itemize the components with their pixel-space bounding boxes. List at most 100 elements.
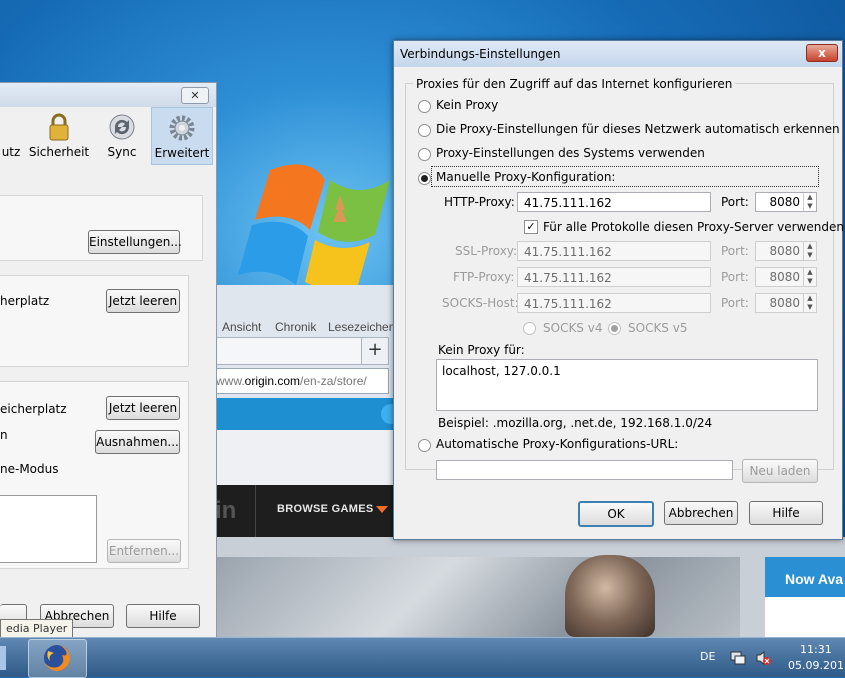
einstellungen-label: Einstellungen... (89, 235, 182, 249)
radio-system-proxy[interactable] (418, 148, 431, 161)
offline-group: eicherplatz Jetzt leeren n Ausnahmen... … (0, 381, 189, 569)
clock-date[interactable]: 05.09.2013 (788, 659, 845, 672)
help-button[interactable]: Hilfe (749, 501, 823, 525)
firefox-icon (44, 645, 70, 671)
ausnahmen-button[interactable]: Ausnahmen... (95, 430, 180, 454)
http-port-input[interactable]: 8080 ▲ ▼ (755, 192, 817, 212)
spin-down-icon: ▼ (803, 277, 816, 286)
label-manual-proxy[interactable]: Manuelle Proxy-Konfiguration: (436, 170, 615, 184)
nav-divider (255, 485, 256, 537)
firefox-taskbar-button[interactable] (28, 639, 87, 678)
spin-down-icon: ▼ (803, 251, 816, 260)
all-protocols-checkbox[interactable]: ✓ (524, 220, 538, 234)
ftp-port-input: 8080 ▲ ▼ (755, 267, 817, 287)
spin-up-icon[interactable]: ▲ (803, 193, 816, 202)
menu-lesezeichen[interactable]: Lesezeichen (328, 320, 395, 334)
radio-auto-detect[interactable] (418, 124, 431, 137)
ok-button[interactable]: OK (578, 501, 654, 527)
menu-ansicht[interactable]: Ansicht (222, 320, 261, 334)
label-auto-url[interactable]: Automatische Proxy-Konfigurations-URL: (436, 437, 678, 451)
menu-chronik[interactable]: Chronik (275, 320, 316, 334)
http-proxy-input[interactable]: 41.75.111.162 (517, 192, 711, 212)
address-bar[interactable]: www.origin.com/en-za/store/ (215, 368, 389, 394)
clock-time[interactable]: 11:31 (800, 643, 832, 656)
http-port-label: Port: (721, 195, 749, 209)
media-player-button[interactable] (0, 646, 6, 670)
cancel-button[interactable]: Abbrechen (664, 501, 738, 525)
dialog-titlebar[interactable]: Verbindungs-Einstellungen x (394, 41, 842, 67)
cache-group: herplatz Jetzt leeren (0, 275, 189, 367)
offline-label: eicherplatz (0, 402, 67, 416)
origin-hero-banner: Now Ava (215, 537, 845, 637)
options-hilfe-button[interactable]: Hilfe (126, 604, 200, 628)
taskbar-tooltip: edia Player (0, 619, 74, 639)
tab-erweitert[interactable]: Erweitert (151, 107, 213, 165)
ftp-port-label: Port: (721, 270, 749, 284)
entfernen-label: Entfernen... (108, 544, 180, 558)
socks-port-input: 8080 ▲ ▼ (755, 293, 817, 313)
options-hilfe-label: Hilfe (149, 609, 177, 623)
http-proxy-label: HTTP-Proxy: (444, 195, 515, 209)
hero-image[interactable] (215, 557, 740, 637)
firefox-options-window: ✕ utz Sicherheit Sync Erweitert Einstell… (0, 82, 217, 639)
help-label: Hilfe (772, 506, 800, 520)
no-proxy-label: Kein Proxy für: (438, 343, 525, 357)
taskbar: DE 11:31 05.09.2013 (0, 637, 845, 678)
ssl-port-label: Port: (721, 244, 749, 258)
reload-button: Neu laden (742, 459, 818, 483)
radio-manual-proxy[interactable] (418, 172, 431, 185)
network-icon[interactable] (730, 651, 746, 665)
browser-tab[interactable] (215, 337, 362, 365)
einstellungen-button[interactable]: Einstellungen... (88, 230, 182, 254)
ausnahmen-label: Ausnahmen... (96, 435, 179, 449)
jetzt-leeren-button-1[interactable]: Jetzt leeren (106, 289, 180, 313)
jetzt-leeren-label-1: Jetzt leeren (108, 294, 178, 308)
now-available-label: Now Ava (765, 557, 845, 597)
label-auto-detect[interactable]: Die Proxy-Einstellungen für dieses Netzw… (436, 122, 840, 136)
dialog-close-button[interactable]: x (806, 44, 838, 62)
ssl-port-input: 8080 ▲ ▼ (755, 241, 817, 261)
origin-gray-band (215, 430, 393, 485)
no-proxy-textarea[interactable]: localhost, 127.0.0.1 (436, 359, 818, 411)
spin-down-icon: ▼ (803, 303, 816, 312)
options-titlebar[interactable]: ✕ (0, 83, 216, 107)
ftp-port-value: 8080 (769, 270, 800, 284)
now-available-panel[interactable]: Now Ava (765, 557, 845, 637)
jetzt-leeren-button-2[interactable]: Jetzt leeren (106, 396, 180, 420)
tab-sync-label: Sync (107, 145, 137, 159)
new-tab-button[interactable]: + (361, 337, 389, 365)
n-label: n (0, 428, 8, 442)
tab-sicherheit[interactable]: Sicherheit (26, 107, 92, 163)
ftp-proxy-label: FTP-Proxy: (453, 270, 515, 284)
all-protocols-label[interactable]: Für alle Protokolle diesen Proxy-Server … (543, 220, 844, 234)
ssl-proxy-input: 41.75.111.162 (517, 241, 711, 261)
radio-kein-proxy[interactable] (418, 100, 431, 113)
auto-url-input[interactable] (436, 460, 733, 480)
browse-games-link[interactable]: BROWSE GAMES (277, 503, 374, 515)
offline-sites-list[interactable] (0, 495, 97, 563)
tab-sicherheit-label: Sicherheit (28, 145, 90, 159)
checkmark-icon: ✓ (526, 220, 536, 233)
language-indicator[interactable]: DE (700, 650, 715, 663)
url-path: /en-za/store/ (300, 374, 367, 388)
radio-socks-v4 (523, 322, 536, 335)
url-domain: origin.com (244, 374, 301, 388)
spin-up-icon: ▲ (803, 242, 816, 251)
label-system-proxy[interactable]: Proxy-Einstellungen des Systems verwende… (436, 146, 705, 160)
tab-sync[interactable]: Sync (96, 107, 148, 163)
label-kein-proxy[interactable]: Kein Proxy (436, 98, 498, 112)
speaker-muted-icon[interactable] (755, 650, 771, 666)
label-socks-v5: SOCKS v5 (628, 321, 688, 335)
hero-character-image (565, 555, 655, 637)
spin-up-icon: ▲ (803, 294, 816, 303)
options-close-button[interactable]: ✕ (181, 87, 209, 104)
tab-datenschutz-label: utz (1, 145, 21, 159)
entfernen-button: Entfernen... (107, 539, 181, 563)
windows-logo-icon (238, 164, 390, 290)
example-hint: Beispiel: .mozilla.org, .net.de, 192.168… (438, 416, 713, 430)
tab-datenschutz[interactable]: utz (0, 107, 22, 163)
radio-auto-url[interactable] (418, 439, 431, 452)
origin-logo[interactable]: in (215, 497, 236, 525)
spin-down-icon[interactable]: ▼ (803, 202, 816, 211)
tab-erweitert-label: Erweitert (154, 146, 210, 160)
